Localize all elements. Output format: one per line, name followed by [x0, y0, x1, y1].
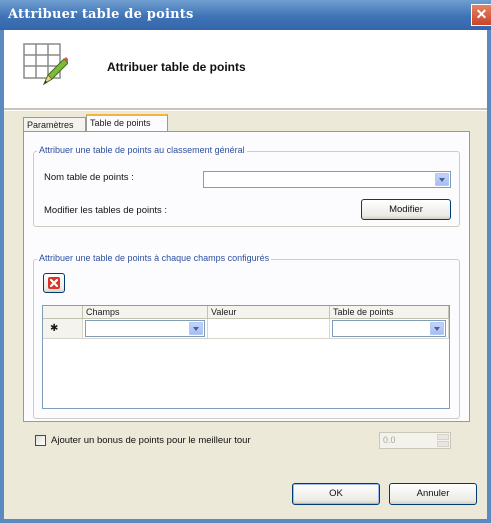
table-combo[interactable]	[332, 320, 446, 337]
tab-parametres[interactable]: Paramètres	[23, 117, 86, 132]
chevron-down-icon[interactable]	[435, 173, 449, 186]
general-group-legend: Attribuer une table de points au classem…	[37, 145, 247, 155]
row-marker: ✱	[43, 319, 83, 339]
delete-row-button[interactable]	[43, 273, 65, 293]
title-bar[interactable]: Attribuer table de points ✕	[0, 0, 491, 30]
chevron-down-icon[interactable]	[430, 322, 444, 335]
delete-icon	[48, 277, 60, 289]
window-border-bottom	[0, 519, 491, 523]
tab-table-de-points[interactable]: Table de points	[86, 114, 168, 132]
modify-button[interactable]: Modifier	[361, 199, 451, 220]
column-header-table[interactable]: Table de points	[330, 306, 449, 319]
window-title: Attribuer table de points	[8, 7, 194, 22]
tab-label: Table de points	[90, 118, 151, 128]
table-edit-icon	[23, 43, 68, 86]
chevron-down-icon[interactable]	[189, 322, 203, 335]
column-header-valeur[interactable]: Valeur	[208, 306, 330, 319]
points-table-combo[interactable]	[203, 171, 451, 188]
table-cell[interactable]	[330, 319, 449, 339]
cancel-button[interactable]: Annuler	[389, 483, 477, 505]
modify-label: Modifier les tables de points :	[44, 205, 168, 216]
bonus-label: Ajouter un bonus de points pour le meill…	[51, 435, 251, 446]
header-title: Attribuer table de points	[107, 60, 246, 74]
name-label: Nom table de points :	[44, 172, 134, 183]
ok-button[interactable]: OK	[292, 483, 380, 505]
tab-label: Paramètres	[27, 120, 74, 130]
close-button[interactable]: ✕	[471, 4, 491, 26]
dialog-header: Attribuer table de points	[4, 30, 487, 108]
champs-cell[interactable]	[83, 319, 208, 339]
valeur-cell[interactable]	[208, 319, 330, 339]
spin-down-icon[interactable]	[437, 441, 449, 447]
fields-table: Champs Valeur Table de points ✱	[42, 305, 450, 409]
champs-combo[interactable]	[85, 320, 205, 337]
spin-up-icon[interactable]	[437, 434, 449, 440]
bonus-checkbox[interactable]	[35, 435, 46, 446]
row-header-column	[43, 306, 83, 319]
bonus-spinner[interactable]: 0.0	[379, 432, 451, 449]
spinner-value: 0.0	[383, 435, 396, 445]
dialog-window: Attribuer table de points ✕ Attribuer ta…	[0, 0, 491, 523]
window-border-right	[487, 30, 491, 523]
close-icon: ✕	[475, 6, 488, 22]
fields-group-legend: Attribuer une table de points à chaque c…	[37, 253, 272, 263]
column-header-champs[interactable]: Champs	[83, 306, 208, 319]
